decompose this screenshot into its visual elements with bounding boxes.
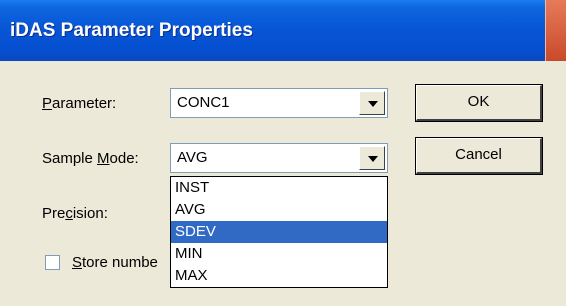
precision-label: Precision: — [42, 205, 108, 222]
sample-mode-label-pre: Sample — [42, 150, 98, 167]
parameter-combo[interactable]: CONC1 — [170, 88, 388, 118]
parameter-dropdown-arrow-icon[interactable] — [359, 91, 385, 115]
parameter-label: Parameter: — [42, 95, 116, 112]
sample-mode-dropdown-list[interactable]: INST AVG SDEV MIN MAX — [170, 176, 388, 288]
close-button[interactable] — [545, 0, 566, 61]
precision-label-rest: ision: — [72, 205, 108, 222]
dropdown-option-inst[interactable]: INST — [171, 177, 387, 199]
ok-button[interactable]: OK — [415, 84, 543, 122]
parameter-value: CONC1 — [177, 94, 230, 111]
parameter-label-rest: arameter: — [52, 95, 117, 112]
precision-label-accel: c — [65, 205, 73, 222]
dropdown-option-max[interactable]: MAX — [171, 265, 387, 287]
title-bar[interactable]: iDAS Parameter Properties — [0, 0, 566, 61]
sample-mode-combo[interactable]: AVG — [170, 143, 388, 173]
sample-mode-value: AVG — [177, 149, 208, 166]
store-samples-label: Store numbe — [72, 254, 158, 271]
dropdown-option-sdev[interactable]: SDEV — [171, 221, 387, 243]
precision-label-pre: Pre — [42, 205, 66, 222]
store-samples-label-rest: tore numbe — [82, 254, 158, 271]
store-samples-checkbox[interactable] — [45, 255, 60, 270]
sample-mode-label-accel: M — [97, 150, 110, 167]
dropdown-option-min[interactable]: MIN — [171, 243, 387, 265]
sample-mode-label: Sample Mode: — [42, 150, 139, 167]
store-samples-label-accel: S — [72, 254, 83, 271]
cancel-button[interactable]: Cancel — [415, 137, 543, 175]
sample-mode-dropdown-arrow-icon[interactable] — [359, 146, 385, 170]
sample-mode-label-rest: ode: — [109, 150, 139, 167]
window-title: iDAS Parameter Properties — [10, 20, 253, 41]
parameter-label-accel: P — [42, 95, 53, 112]
dropdown-option-avg[interactable]: AVG — [171, 199, 387, 221]
